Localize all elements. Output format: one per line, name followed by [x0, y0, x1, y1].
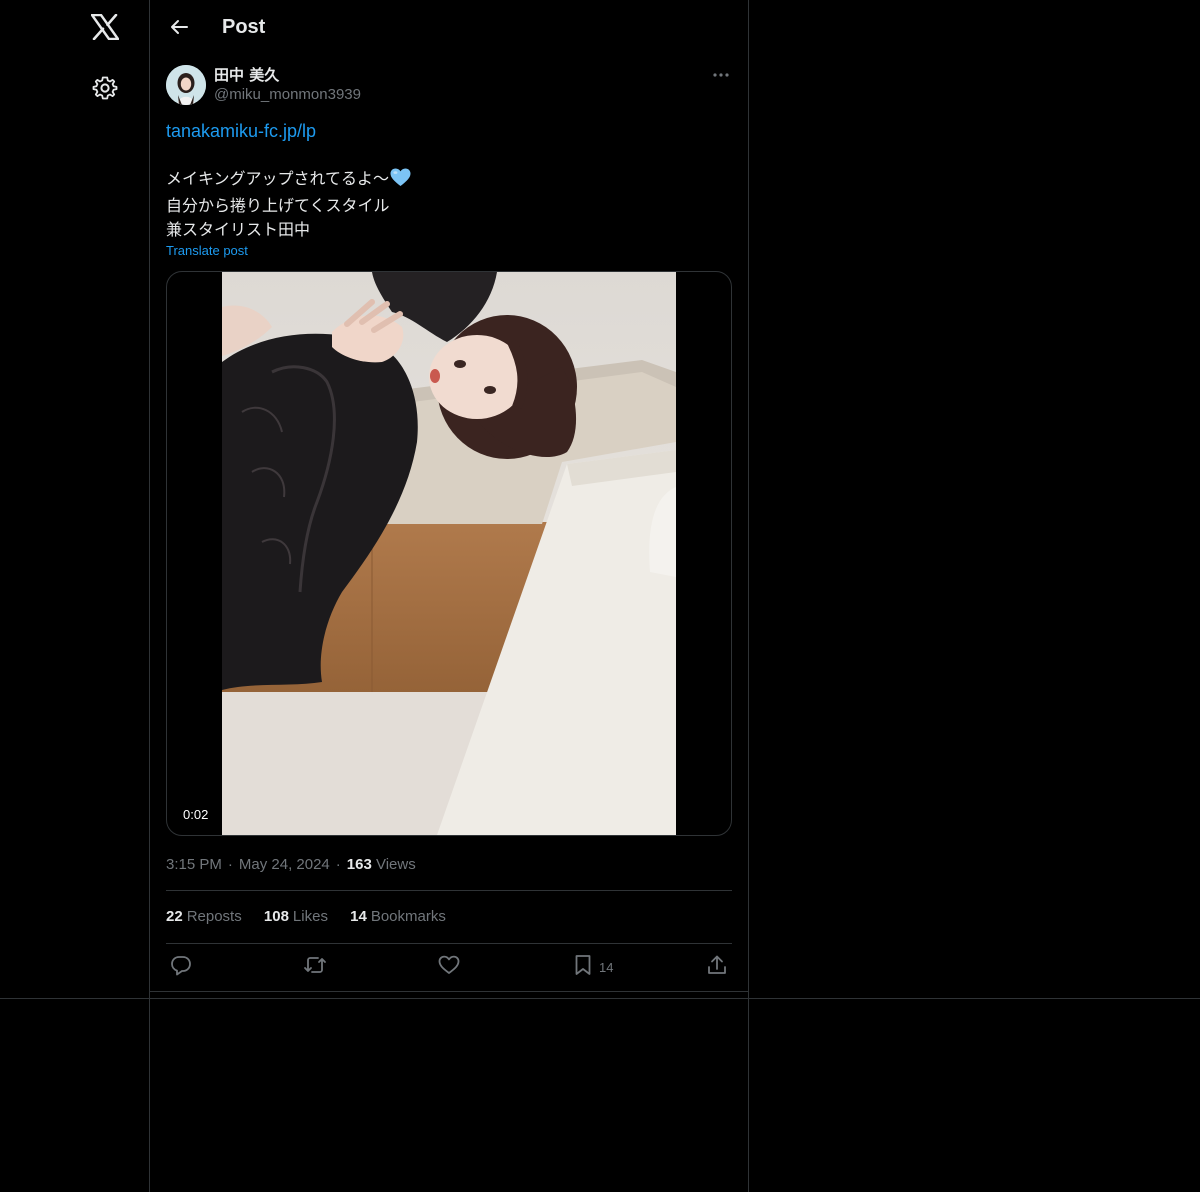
gear-icon[interactable]: [89, 72, 121, 104]
action-bar: 14: [166, 954, 732, 980]
horizontal-divider: [0, 998, 1200, 999]
bookmark-icon: [573, 954, 593, 981]
avatar[interactable]: [166, 65, 206, 105]
bookmarks-stat[interactable]: 14 Bookmarks: [350, 908, 446, 925]
like-icon: [438, 955, 460, 980]
divider: [166, 943, 732, 944]
x-logo-icon[interactable]: [88, 10, 122, 44]
post-line: メイキングアップされてるよ〜: [166, 167, 732, 194]
likes-stat[interactable]: 108 Likes: [264, 908, 328, 925]
video-player[interactable]: 0:02: [166, 271, 732, 836]
repost-button[interactable]: [303, 954, 327, 980]
blue-heart-emoji-icon: [390, 168, 411, 194]
bookmarks-label: Bookmarks: [370, 908, 446, 925]
reply-button[interactable]: [170, 954, 192, 980]
bookmark-count: 14: [599, 959, 614, 975]
post-header: Post: [150, 0, 748, 54]
likes-count: 108: [263, 908, 289, 925]
post-date[interactable]: May 24, 2024: [239, 856, 330, 873]
post-text: tanakamiku-fc.jp/lp メイキングアップされてるよ〜 自分から捲…: [166, 119, 732, 242]
share-button[interactable]: [706, 954, 728, 980]
more-icon[interactable]: [710, 65, 732, 85]
video-duration: 0:02: [175, 805, 217, 825]
reposts-label: Reposts: [186, 908, 242, 925]
post-stats: 22 Reposts 108 Likes 14 Bookmarks: [166, 907, 464, 927]
meta-separator: ·: [227, 856, 233, 873]
bookmarks-count: 14: [350, 908, 367, 925]
views-count: 163: [346, 856, 372, 873]
like-button[interactable]: [438, 954, 460, 980]
translate-post-link[interactable]: Translate post: [166, 243, 248, 259]
page-title: Post: [222, 16, 266, 38]
views-label: Views: [375, 856, 416, 873]
author-name[interactable]: 田中 美久: [214, 66, 279, 84]
column-divider-right: [748, 0, 749, 1192]
divider: [166, 890, 732, 891]
post-link[interactable]: tanakamiku-fc.jp/lp: [166, 119, 732, 143]
reply-icon: [170, 954, 192, 981]
meta-separator: ·: [335, 856, 341, 873]
post-line: 兼スタイリスト田中: [166, 220, 311, 239]
page: Post 田中 美久 @miku_monmon3939 tanakamiku-f…: [0, 0, 1200, 1192]
post-meta: 3:15 PM · May 24, 2024 · 163 Views: [166, 855, 416, 875]
post-line: 自分から捲り上げてくスタイル: [166, 196, 390, 215]
post-line-text: メイキングアップされてるよ〜: [166, 169, 390, 188]
reposts-stat[interactable]: 22 Reposts: [166, 908, 242, 925]
post-author: 田中 美久 @miku_monmon3939: [166, 65, 732, 107]
reposts-count: 22: [166, 908, 183, 925]
divider: [150, 991, 748, 992]
video-frame: [222, 272, 676, 835]
post-time[interactable]: 3:15 PM: [166, 856, 222, 873]
left-rail: [0, 0, 149, 1192]
column-divider-left: [149, 0, 150, 1192]
repost-icon: [303, 954, 327, 981]
share-icon: [706, 954, 728, 981]
back-arrow-icon[interactable]: [164, 12, 194, 42]
likes-label: Likes: [292, 908, 328, 925]
bookmark-button[interactable]: 14: [573, 954, 613, 980]
author-handle[interactable]: @miku_monmon3939: [214, 86, 361, 104]
